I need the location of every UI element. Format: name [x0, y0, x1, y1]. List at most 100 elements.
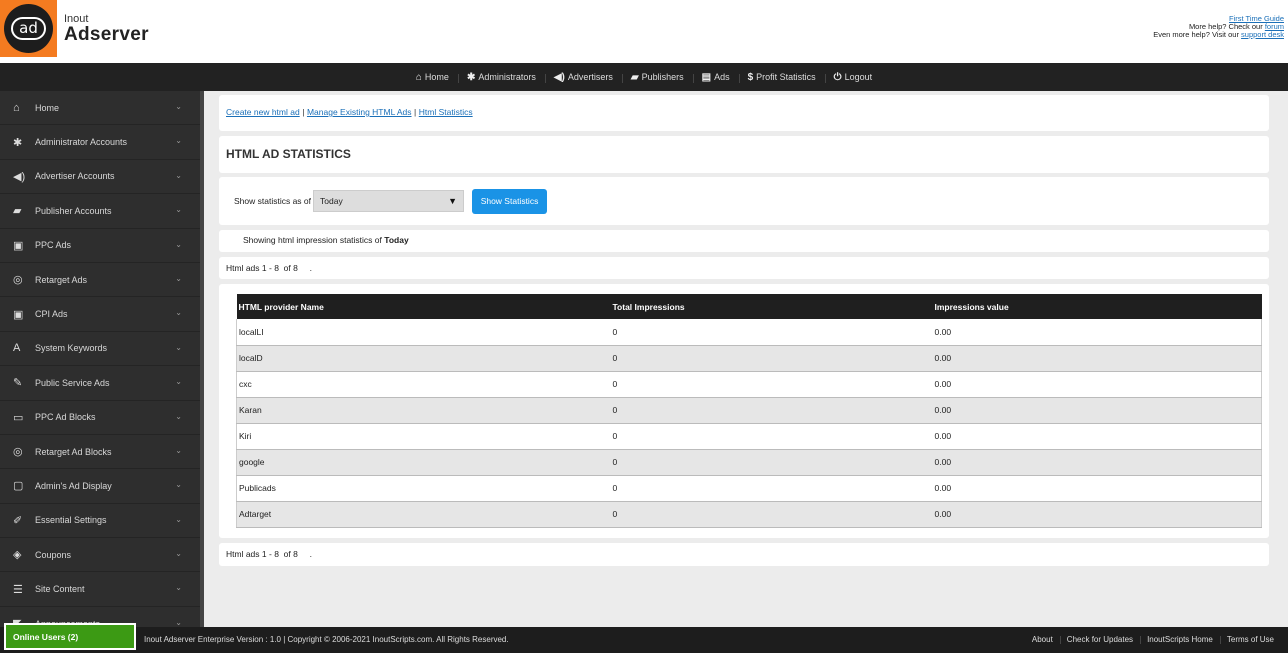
help-links: First Time Guide More help? Check our fo…: [1153, 14, 1284, 39]
table-row: localD 0 0.00: [236, 345, 1262, 372]
chevron-down-icon: ⌄: [175, 583, 182, 593]
gear-icon: ✱: [13, 136, 23, 149]
sidebar-item-home[interactable]: ⌂ Home ⌄: [0, 91, 200, 126]
table-cell: Karan: [236, 397, 611, 424]
footer-link-inoutscripts-home[interactable]: InoutScripts Home: [1140, 635, 1220, 644]
dropdown-arrow-icon: ▼: [448, 196, 458, 206]
pagination-top: Html ads 1 - 8 of 8 .: [219, 257, 1269, 279]
filter-label: Show statistics as of: [234, 196, 312, 206]
speaker-icon: ◀): [553, 71, 565, 83]
edit-icon: ✎: [13, 377, 23, 390]
table-cell: 0.00: [932, 475, 1262, 502]
font-icon: A: [13, 342, 21, 355]
sidebar-item-label: Admin's Ad Display: [35, 480, 112, 491]
sidebar-item-advertiser-accounts[interactable]: ◀) Advertiser Accounts ⌄: [0, 160, 200, 195]
table-cell: 0: [610, 371, 933, 398]
code-file-icon: ▢: [13, 480, 24, 493]
logo-mark: ad: [0, 0, 57, 57]
sidebar-item-public-service-ads[interactable]: ✎ Public Service Ads ⌄: [0, 366, 200, 401]
sidebar-item-label: Site Content: [35, 584, 85, 595]
online-users-button[interactable]: Online Users (2): [4, 623, 136, 650]
support-desk-link[interactable]: support desk: [1241, 30, 1284, 39]
title-panel: HTML AD STATISTICS: [219, 136, 1269, 173]
page-title: HTML AD STATISTICS: [226, 147, 351, 161]
table-row: Publicads 0 0.00: [236, 475, 1262, 502]
home-icon: ⌂: [13, 101, 20, 114]
topnav-item-profit-statistics[interactable]: $ Profit Statistics: [738, 72, 825, 83]
sidebar: ⌂ Home ⌄ ✱ Administrator Accounts ⌄ ◀) Advertis…: [0, 91, 200, 627]
sidebar-item-essential-settings[interactable]: ✐ Essential Settings ⌄: [0, 504, 200, 539]
showing-period: Today: [384, 235, 409, 245]
chevron-down-icon: ⌄: [175, 480, 182, 490]
sidebar-item-publisher-accounts[interactable]: ▰ Publisher Accounts ⌄: [0, 194, 200, 229]
sidebar-item-label: Publisher Accounts: [35, 205, 112, 216]
sidebar-item-retarget-ads[interactable]: ◎ Retarget Ads ⌄: [0, 263, 200, 298]
sidebar-item-administrator-accounts[interactable]: ✱ Administrator Accounts ⌄: [0, 125, 200, 160]
sidebar-item-system-keywords[interactable]: A System Keywords ⌄: [0, 332, 200, 367]
table-cell: 0.00: [932, 449, 1262, 476]
show-statistics-button[interactable]: Show Statistics: [472, 188, 548, 214]
table-row: Karan 0 0.00: [236, 397, 1262, 424]
table-cell: google: [236, 449, 611, 476]
action-links-panel: Create new html ad | Manage Existing HTM…: [219, 95, 1269, 131]
chevron-down-icon: ⌄: [175, 273, 182, 283]
html-statistics-link[interactable]: Html Statistics: [419, 107, 473, 117]
table-cell: 0.00: [932, 319, 1262, 346]
table-cell: 0: [610, 449, 933, 476]
statistics-table-panel: HTML provider Name Total Impressions Imp…: [219, 284, 1269, 538]
book-icon: ▰: [13, 205, 22, 218]
sidebar-item-retarget-ad-blocks[interactable]: ◎ Retarget Ad Blocks ⌄: [0, 435, 200, 470]
table-cell: Kiri: [236, 423, 611, 450]
footer-link-terms-of-use[interactable]: Terms of Use: [1219, 635, 1281, 644]
table-cell: Adtarget: [236, 501, 611, 528]
table-cell: Publicads: [236, 475, 611, 502]
table-row: localLI 0 0.00: [236, 319, 1262, 346]
sidebar-item-coupons[interactable]: ◈ Coupons ⌄: [0, 538, 200, 573]
table-cell: 0.00: [932, 345, 1262, 372]
chevron-down-icon: ⌄: [175, 514, 182, 524]
footer-link-check-for-updates[interactable]: Check for Updates: [1059, 635, 1140, 644]
monitor-icon: ▭: [13, 411, 24, 424]
top-nav: ⌂ Home ✱ Administrators ◀) Advertisers ▰ Publis…: [0, 63, 1288, 91]
table-cell: 0: [610, 345, 933, 372]
gear-icon: ✱: [466, 71, 476, 83]
topnav-item-ads[interactable]: ▤ Ads: [692, 72, 739, 83]
manage-html-ads-link[interactable]: Manage Existing HTML Ads: [307, 107, 412, 117]
logo-text-big: Adserver: [64, 24, 149, 45]
chevron-down-icon: ⌄: [175, 205, 182, 215]
sidebar-item-label: PPC Ads: [35, 240, 72, 251]
sidebar-item-label: PPC Ad Blocks: [35, 412, 96, 423]
chevron-down-icon: ⌄: [175, 239, 182, 249]
sidebar-item-ppc-ad-blocks[interactable]: ▭ PPC Ad Blocks ⌄: [0, 401, 200, 435]
chevron-down-icon: ⌄: [175, 102, 182, 111]
table-row: cxc 0 0.00: [236, 371, 1262, 398]
create-html-ad-link[interactable]: Create new html ad: [226, 107, 300, 117]
sidebar-item-site-content[interactable]: ☰ Site Content ⌄: [0, 572, 200, 607]
chevron-down-icon: ⌄: [175, 445, 182, 455]
topnav-item-administrators[interactable]: ✱ Administrators: [457, 71, 545, 83]
logo[interactable]: ad Inout Adserver: [0, 0, 160, 63]
footer-links: About Check for Updates InoutScripts Home T…: [1025, 635, 1281, 644]
table-cell: 0.00: [932, 397, 1262, 424]
sidebar-item-label: CPI Ads: [35, 309, 68, 320]
tag-icon: ◈: [13, 549, 22, 562]
chevron-down-icon: ⌄: [175, 549, 182, 559]
topnav-item-publishers[interactable]: ▰ Publishers: [621, 72, 693, 83]
footer-link-about[interactable]: About: [1025, 635, 1060, 644]
sidebar-item-cpi-ads[interactable]: ▣ CPI Ads ⌄: [0, 297, 200, 332]
topnav-item-home[interactable]: ⌂ Home: [407, 72, 458, 83]
table-cell: 0: [610, 423, 933, 450]
column-header: HTML provider Name: [236, 294, 611, 319]
table-row: Kiri 0 0.00: [236, 423, 1262, 450]
chevron-down-icon: ⌄: [175, 308, 182, 318]
sidebar-item-ppc-ads[interactable]: ▣ PPC Ads ⌄: [0, 229, 200, 263]
sidebar-item-admin-s-ad-display[interactable]: ▢ Admin's Ad Display ⌄: [0, 469, 200, 504]
sidebar-item-label: System Keywords: [35, 343, 108, 354]
topnav-item-advertisers[interactable]: ◀) Advertisers: [544, 71, 622, 83]
topnav-item-logout[interactable]: ⏻ Logout: [824, 72, 881, 83]
sidebar-item-label: Public Service Ads: [35, 377, 110, 388]
chevron-down-icon: ⌄: [175, 377, 182, 387]
chevron-down-icon: ⌄: [175, 136, 182, 146]
period-select[interactable]: Today ▼: [313, 190, 465, 212]
footer: Online Users (2) Inout Adserver Enterpri…: [0, 623, 1288, 653]
